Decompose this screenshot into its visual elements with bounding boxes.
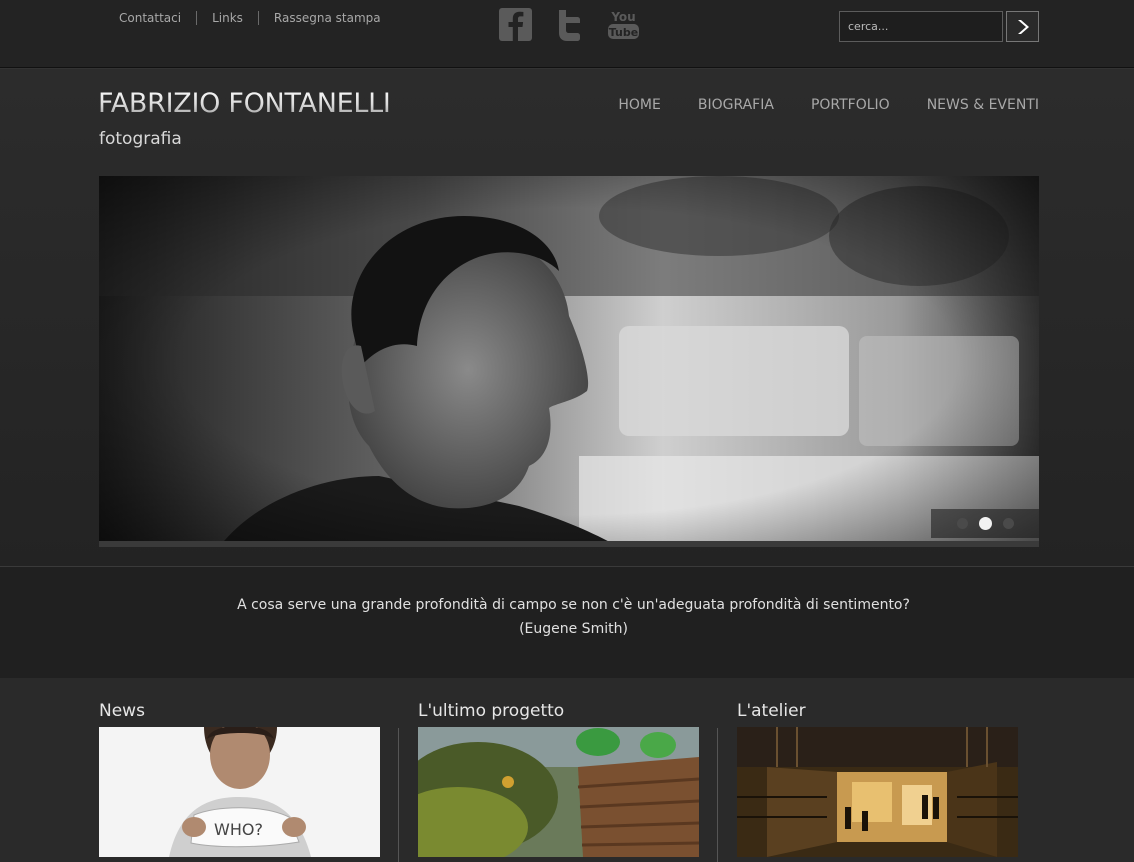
column-separator (717, 728, 718, 862)
slider-pagination (931, 509, 1039, 538)
news-thumbnail[interactable]: WHO? (99, 727, 380, 857)
main-nav: HOME BIOGRAFIA PORTFOLIO NEWS & EVENTI (618, 97, 1039, 113)
search-submit-button[interactable] (1006, 11, 1039, 42)
nav-biografia[interactable]: BIOGRAFIA (698, 97, 774, 113)
links-link[interactable]: Links (196, 11, 258, 25)
twitter-icon[interactable] (553, 8, 586, 41)
column-title-atelier[interactable]: L'atelier (737, 700, 1018, 722)
search-input[interactable] (839, 11, 1003, 42)
slider-dot-2[interactable] (978, 517, 992, 530)
latest-project-thumbnail[interactable] (418, 727, 699, 857)
nav-news-eventi[interactable]: NEWS & EVENTI (927, 97, 1039, 113)
column-title-news[interactable]: News (99, 700, 380, 722)
quote-text: A cosa serve una grande profondità di ca… (237, 597, 910, 613)
utility-links: Contattaci Links Rassegna stampa (104, 10, 396, 26)
svg-text:WHO?: WHO? (214, 820, 263, 839)
header: FABRIZIO FONTANELLI fotografia HOME BIOG… (0, 69, 1134, 566)
contact-link[interactable]: Contattaci (104, 11, 196, 25)
press-review-link[interactable]: Rassegna stampa (257, 11, 396, 25)
nav-home[interactable]: HOME (618, 97, 660, 113)
hero-photo (99, 176, 1039, 547)
feature-columns: News WHO? L'ultimo progetto L'atelier (0, 678, 1134, 862)
quote-band: A cosa serve una grande profondità di ca… (0, 566, 1134, 678)
column-separator (398, 728, 399, 862)
slider-dot-3[interactable] (1002, 518, 1014, 529)
search-form (839, 11, 1039, 42)
atelier-image (737, 727, 1018, 857)
atelier-thumbnail[interactable] (737, 727, 1018, 857)
arrow-right-icon (1017, 19, 1029, 34)
column-news: News WHO? (99, 700, 380, 857)
site-tagline: fotografia (99, 129, 182, 149)
slider-dot-1[interactable] (956, 518, 968, 529)
quote: A cosa serve una grande profondità di ca… (0, 593, 1134, 641)
nav-portfolio[interactable]: PORTFOLIO (811, 97, 890, 113)
youtube-icon[interactable]: You Tube (607, 8, 640, 41)
news-image: WHO? (99, 727, 380, 857)
svg-text:You: You (610, 10, 635, 24)
svg-text:Tube: Tube (609, 26, 638, 39)
quote-author: (Eugene Smith) (519, 621, 628, 637)
latest-project-image (418, 727, 699, 857)
top-bar: Contattaci Links Rassegna stampa You Tub… (0, 0, 1134, 68)
hero-slider (99, 176, 1039, 547)
column-title-latest-project[interactable]: L'ultimo progetto (418, 700, 699, 722)
column-atelier: L'atelier (737, 700, 1018, 857)
column-latest-project: L'ultimo progetto (418, 700, 699, 857)
site-logo[interactable]: FABRIZIO FONTANELLI (98, 87, 391, 121)
facebook-icon[interactable] (499, 8, 532, 41)
social-links: You Tube (499, 8, 640, 41)
